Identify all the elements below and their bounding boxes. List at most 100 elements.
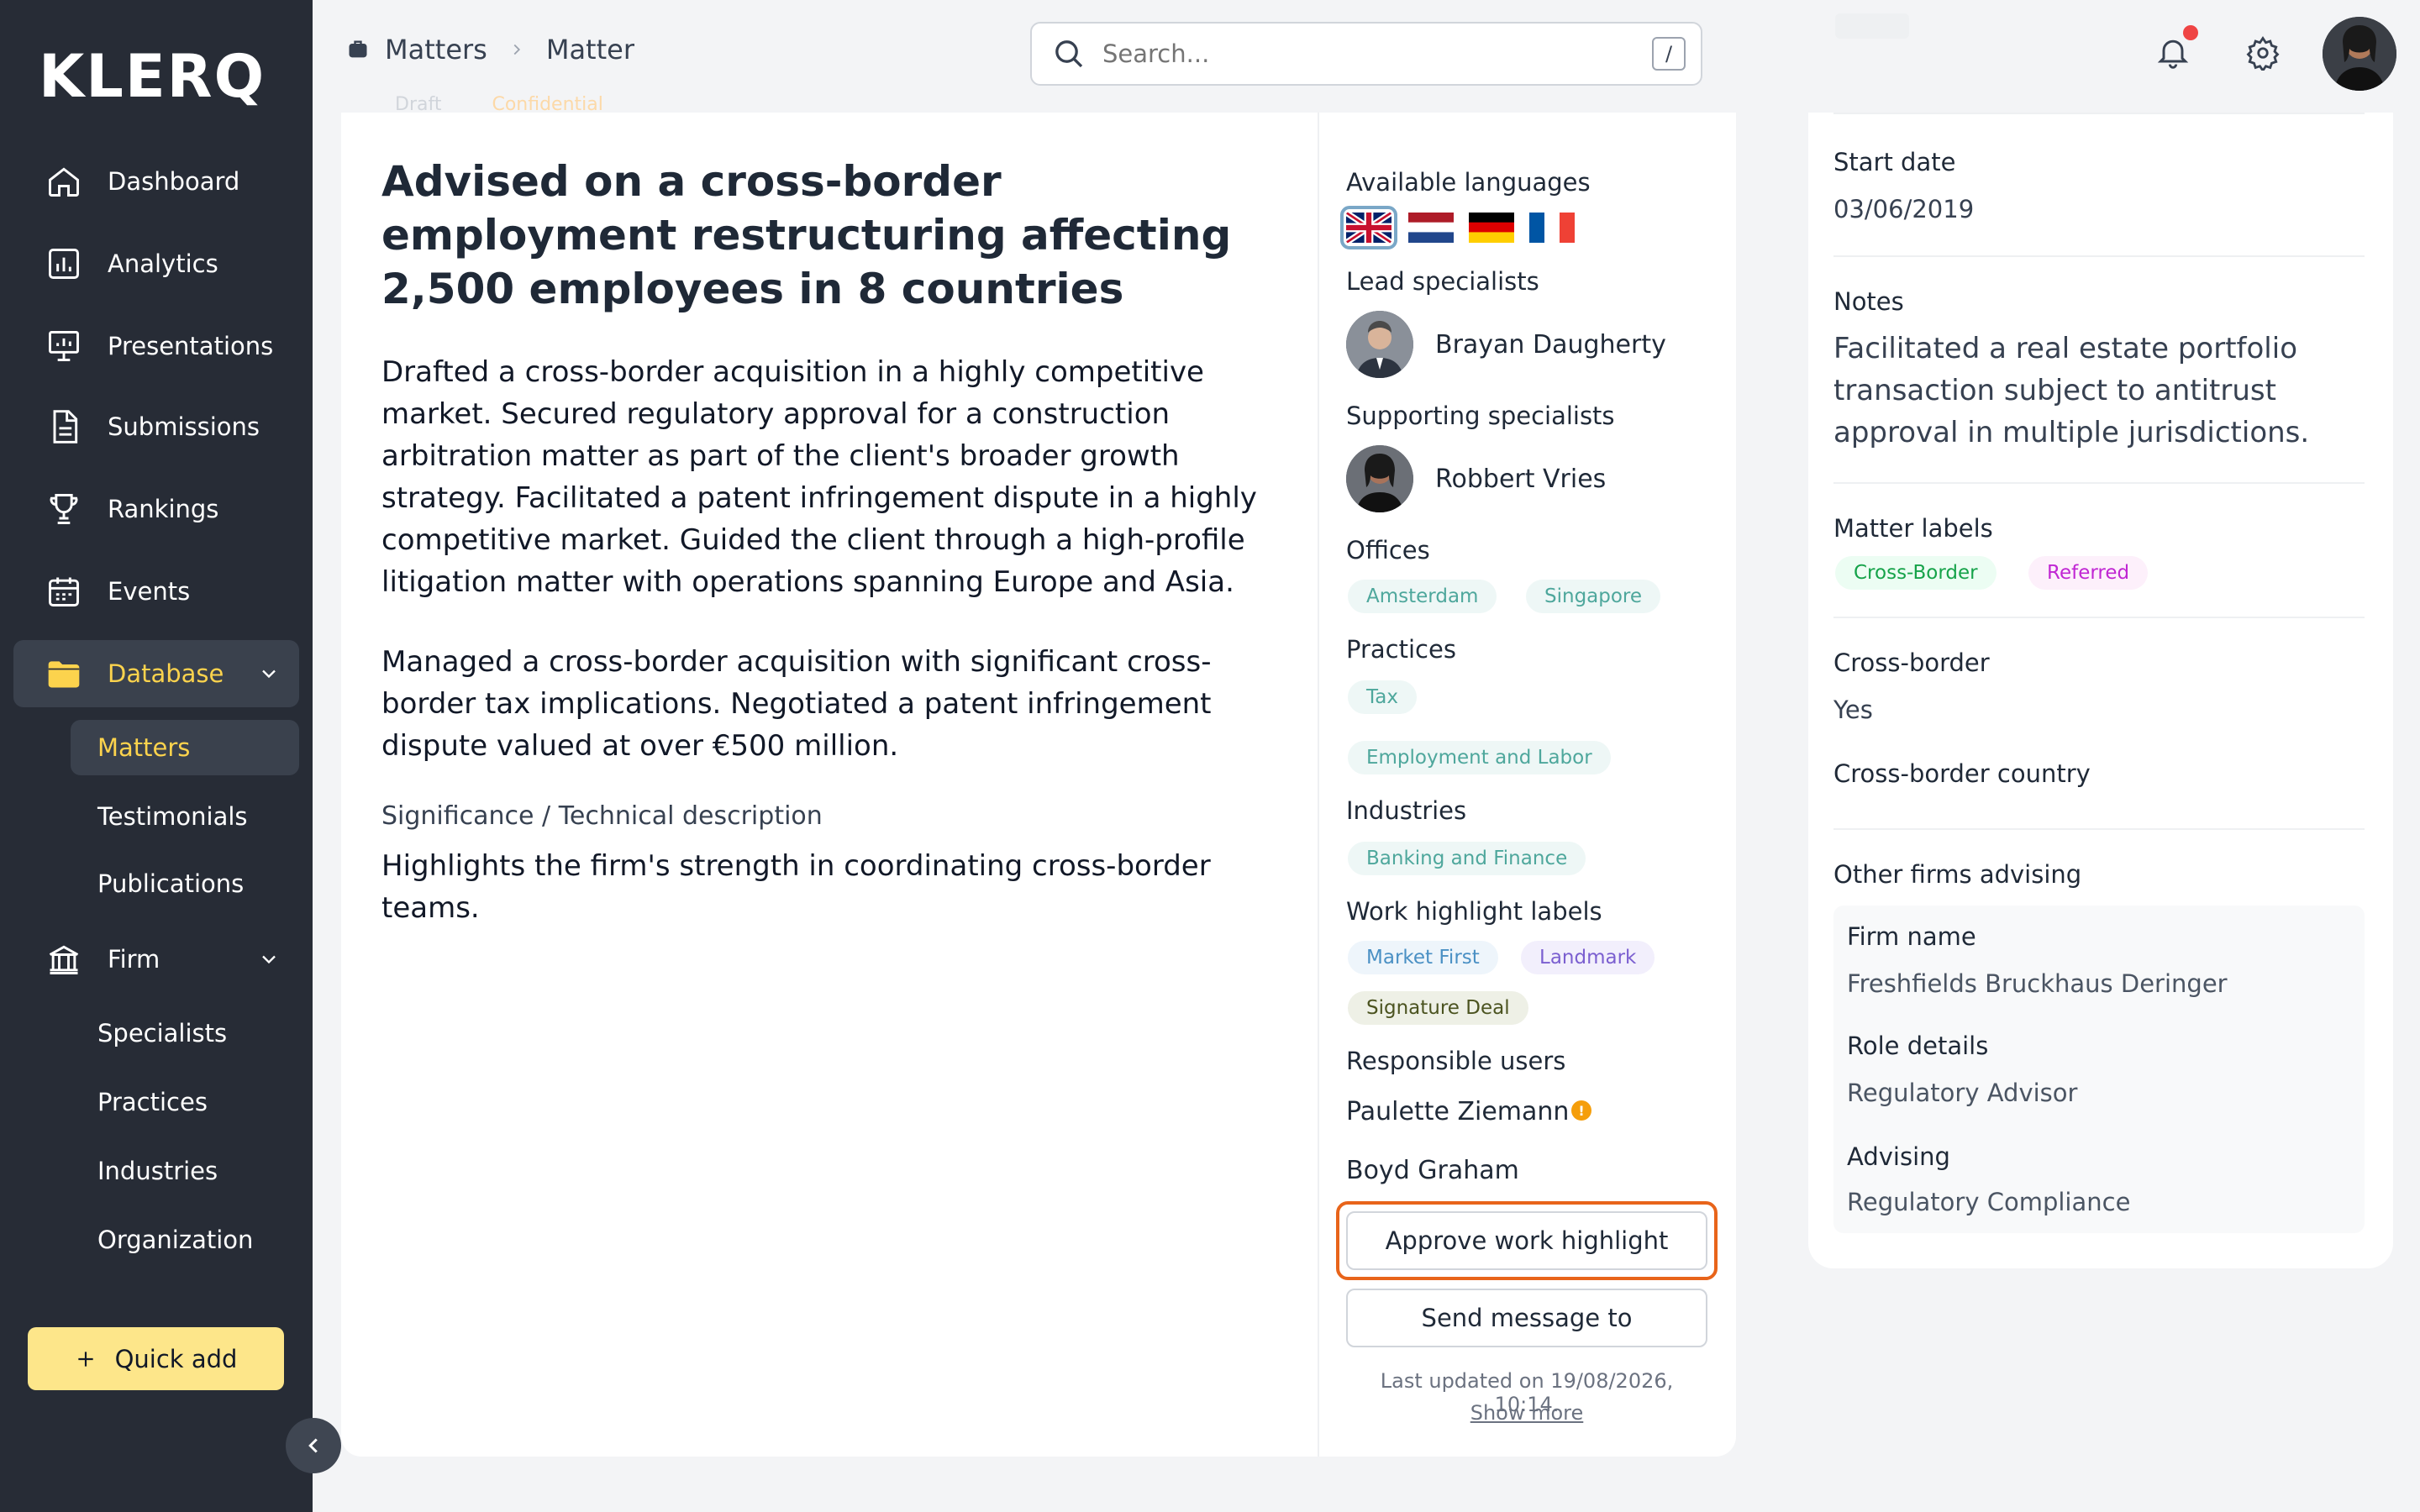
supporting-specialist-name: Robbert Vries	[1435, 464, 1607, 494]
notification-badge	[2183, 25, 2198, 40]
sidebar-subitem-label: Organization	[97, 1226, 254, 1254]
specialist-avatar	[1346, 445, 1413, 512]
search-bar[interactable]: /	[1030, 22, 1702, 86]
matter-title: Advised on a cross-border employment res…	[381, 157, 1232, 313]
flag-fr-icon[interactable]	[1529, 212, 1575, 244]
calendar-icon	[49, 577, 79, 606]
sidebar-subitem-matters[interactable]: Matters	[71, 720, 299, 775]
sidebar-item-database[interactable]: Database	[13, 640, 299, 707]
role-details-label: Role details	[1847, 1032, 1989, 1060]
trophy-icon	[50, 494, 78, 524]
start-date-value: 03/06/2019	[1833, 195, 1975, 223]
sidebar-subitem-testimonials[interactable]: Testimonials	[71, 789, 299, 844]
flag-de-icon[interactable]	[1469, 212, 1514, 244]
notes-value: Facilitated a real estate portfolio tran…	[1833, 332, 2310, 449]
significance-text: Highlights the firm's strength in coordi…	[381, 849, 1211, 925]
sidebar-item-label: Rankings	[108, 495, 219, 523]
sidebar-item-submissions[interactable]: Submissions	[13, 393, 299, 460]
responsible-user: Paulette Ziemann	[1346, 1097, 1570, 1126]
lead-specialists-label: Lead specialists	[1346, 267, 1539, 296]
sidebar-subitem-specialists[interactable]: Specialists	[71, 1005, 299, 1061]
approve-work-highlight-button[interactable]: Approve work highlight	[1346, 1211, 1707, 1270]
chevron-down-icon	[262, 955, 276, 964]
search-input[interactable]	[1102, 35, 1607, 72]
lead-specialist[interactable]: Brayan Daugherty	[1346, 311, 1666, 378]
confidential-tag: Confidential	[492, 94, 603, 115]
breadcrumb-matters[interactable]: Matters	[385, 34, 487, 66]
faded-header	[1835, 13, 1909, 39]
office-chip: Amsterdam	[1348, 580, 1497, 613]
search-icon	[1055, 40, 1083, 68]
sidebar-subitem-label: Industries	[97, 1157, 218, 1185]
status-tags: Draft Confidential	[395, 94, 603, 115]
sidebar-item-analytics[interactable]: Analytics	[13, 230, 299, 297]
highlight-chip: Market First	[1348, 941, 1498, 974]
sidebar-item-dashboard[interactable]: Dashboard	[13, 148, 299, 215]
sidebar-subitem-label: Testimonials	[97, 802, 248, 831]
chevron-left-icon	[308, 1438, 318, 1453]
quick-add-label: Quick add	[114, 1344, 238, 1373]
collapse-sidebar-button[interactable]	[286, 1418, 341, 1473]
highlight-chip: Signature Deal	[1348, 991, 1528, 1025]
sidebar-subitem-label: Publications	[97, 869, 245, 898]
responsible-user: Boyd Graham	[1346, 1156, 1519, 1185]
presentation-icon	[49, 331, 79, 361]
cross-border-label: Cross-border	[1833, 648, 1990, 677]
send-message-button[interactable]: Send message to	[1346, 1289, 1707, 1347]
show-more-link[interactable]: Show more	[1346, 1401, 1707, 1425]
sidebar-item-firm[interactable]: Firm	[13, 926, 299, 993]
start-date-label: Start date	[1833, 148, 1956, 176]
divider	[1833, 828, 2365, 830]
folder-icon	[48, 661, 80, 688]
divider	[1833, 113, 2365, 114]
chevron-down-icon	[262, 669, 276, 679]
bank-icon	[49, 945, 79, 974]
column-divider	[1318, 113, 1319, 1457]
sidebar-subitem-label: Matters	[97, 733, 191, 762]
industry-chip: Banking and Finance	[1348, 842, 1586, 875]
sidebar-subitem-organization[interactable]: Organization	[71, 1212, 299, 1268]
draft-tag: Draft	[395, 94, 442, 115]
app-logo[interactable]: KLERQ	[39, 42, 266, 111]
practices-label: Practices	[1346, 635, 1456, 664]
responsible-users-label: Responsible users	[1346, 1047, 1566, 1075]
supporting-specialist[interactable]: Robbert Vries	[1346, 445, 1606, 512]
sidebar-item-label: Firm	[108, 945, 160, 974]
quick-add-button[interactable]: Quick add	[28, 1327, 284, 1390]
sidebar-item-events[interactable]: Events	[13, 558, 299, 625]
practice-chip: Employment and Labor	[1348, 741, 1611, 774]
work-highlight-labels-label: Work highlight labels	[1346, 897, 1602, 926]
chevron-right-icon	[513, 44, 520, 55]
cross-border-country-label: Cross-border country	[1833, 759, 2091, 788]
specialist-avatar	[1346, 311, 1413, 378]
flag-nl-icon[interactable]	[1408, 212, 1454, 244]
other-firms-label: Other firms advising	[1833, 860, 2082, 889]
sidebar-item-rankings[interactable]: Rankings	[13, 475, 299, 543]
search-shortcut-key: /	[1652, 37, 1686, 71]
sidebar-item-presentations[interactable]: Presentations	[13, 312, 299, 380]
plus-icon	[77, 1351, 93, 1367]
sidebar-item-label: Dashboard	[108, 167, 240, 196]
matter-label-chip: Referred	[2028, 556, 2149, 590]
divider	[1833, 482, 2365, 484]
sidebar-item-label: Presentations	[108, 332, 274, 360]
matter-label-chip: Cross-Border	[1835, 556, 1996, 590]
significance-label: Significance / Technical description	[381, 801, 823, 831]
flag-uk-icon[interactable]	[1340, 206, 1397, 249]
matter-description-1: Drafted a cross-border acquisition in a …	[381, 355, 1257, 599]
gear-icon[interactable]	[2245, 35, 2281, 71]
user-avatar[interactable]	[2323, 17, 2396, 91]
briefcase-icon	[349, 40, 367, 58]
sidebar-subitem-label: Practices	[97, 1088, 208, 1116]
other-firm-card	[1833, 906, 2365, 1233]
sidebar-subitem-publications[interactable]: Publications	[71, 856, 299, 911]
sidebar-subitem-industries[interactable]: Industries	[71, 1143, 299, 1199]
sidebar-subitem-practices[interactable]: Practices	[71, 1074, 299, 1130]
bar-chart-icon	[49, 249, 79, 279]
practice-chip: Tax	[1348, 680, 1417, 714]
sidebar-item-label: Events	[108, 577, 191, 606]
advising-value: Regulatory Compliance	[1847, 1188, 2131, 1216]
firm-name-label: Firm name	[1847, 922, 1976, 951]
matter-labels-label: Matter labels	[1833, 514, 1993, 543]
divider	[1833, 255, 2365, 257]
